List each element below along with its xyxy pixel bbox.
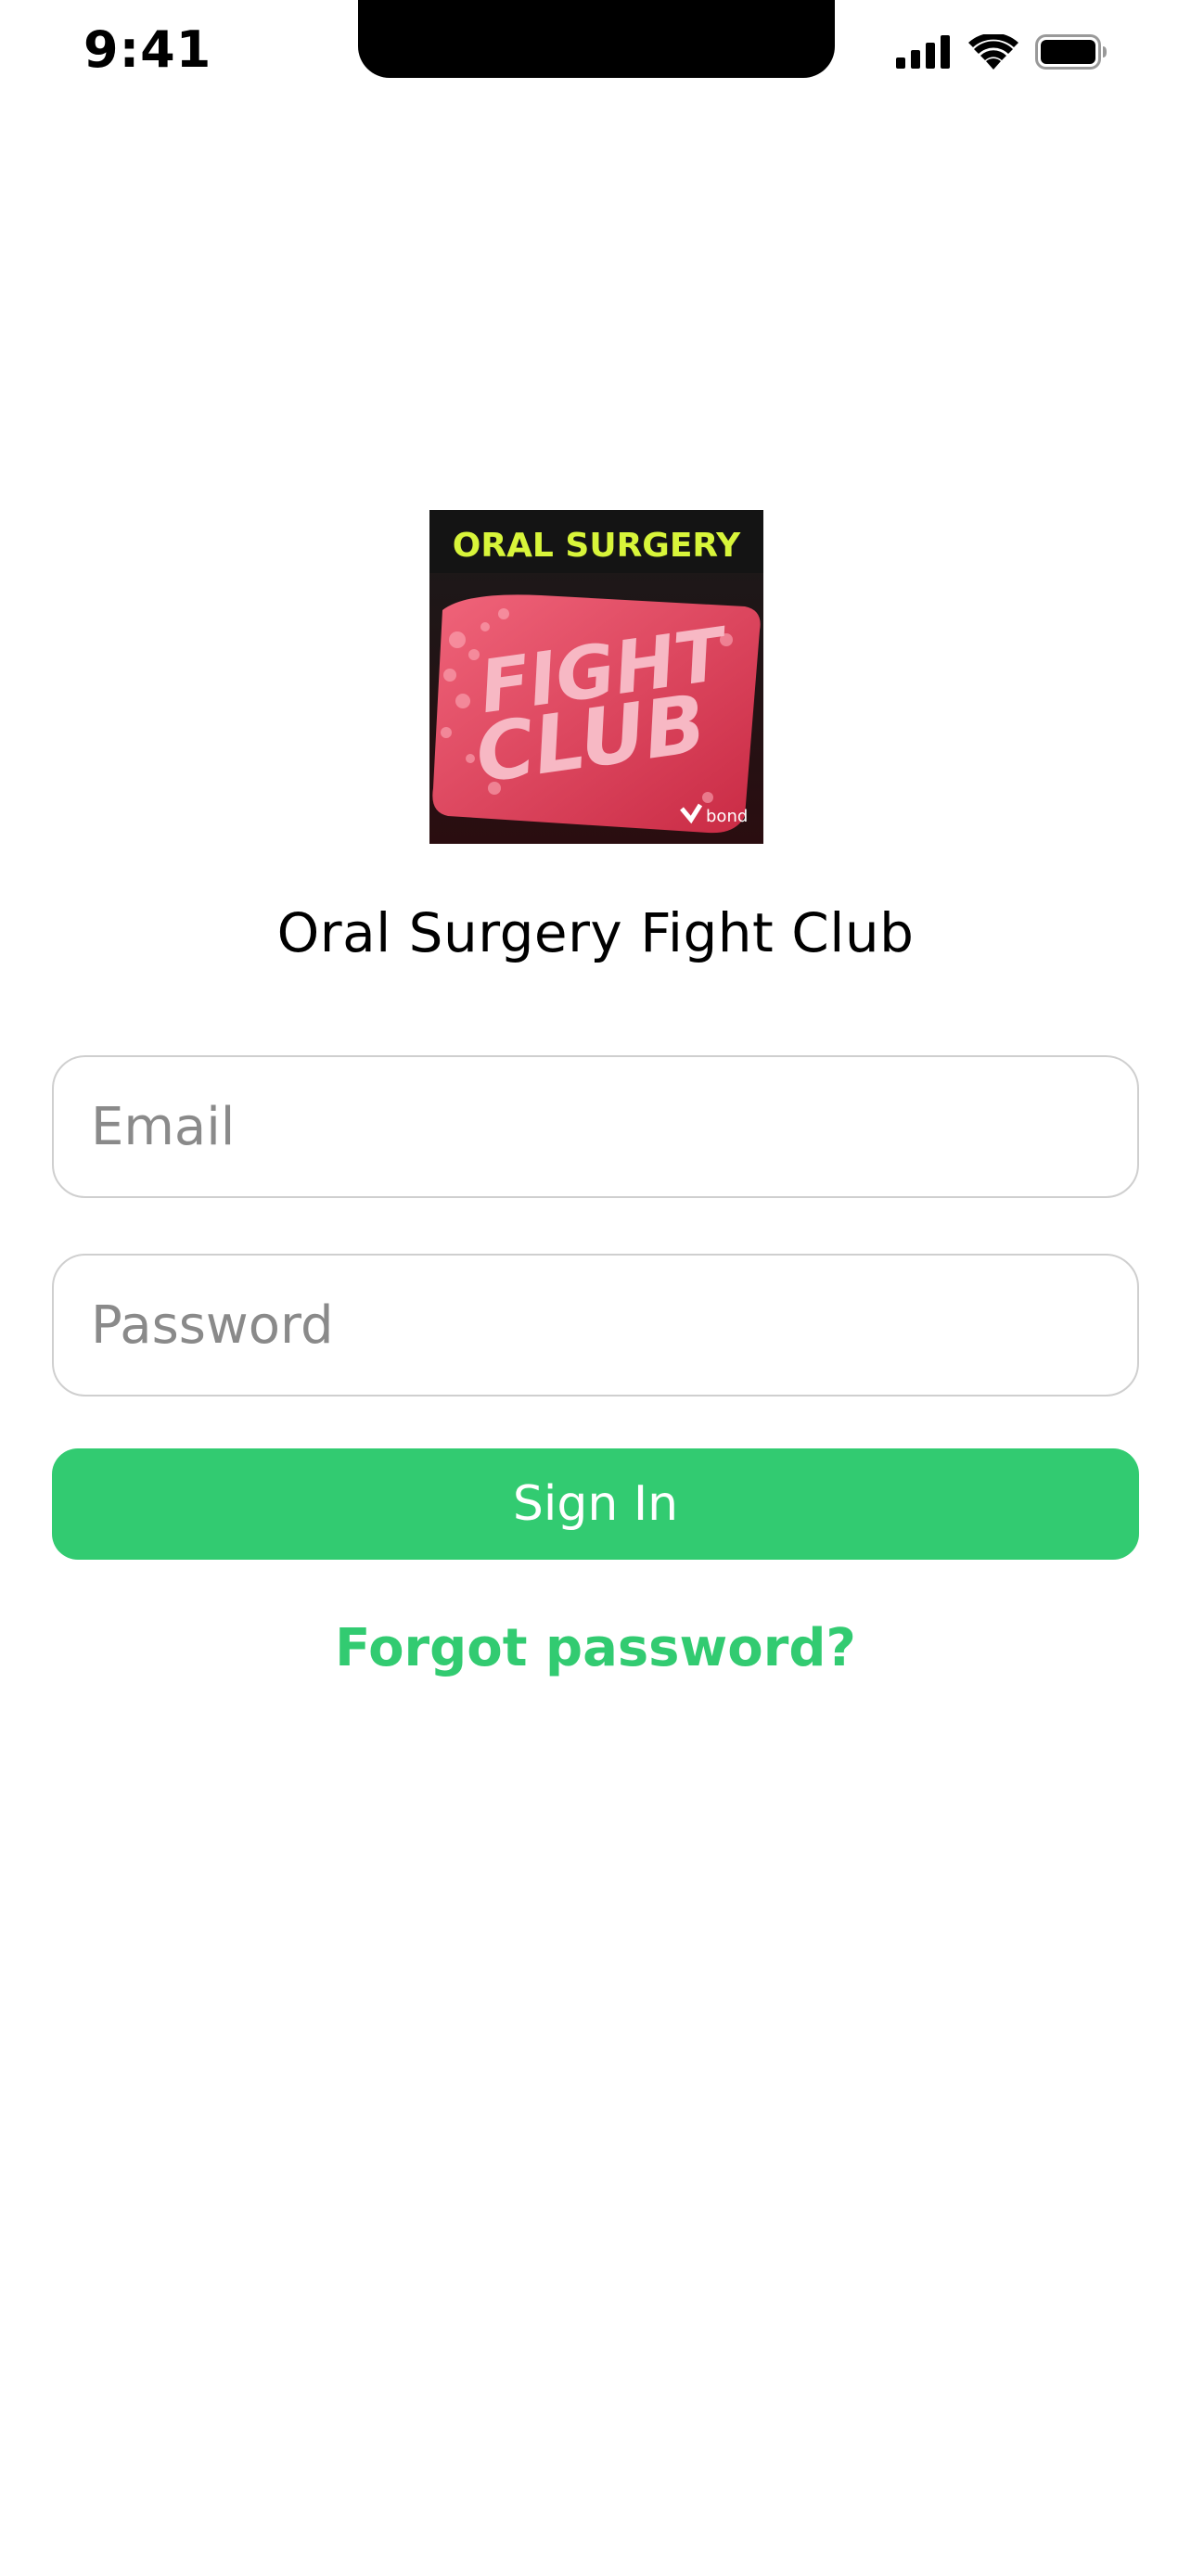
- email-field-container: [52, 1055, 1139, 1198]
- logo-banner-text: ORAL SURGERY: [453, 527, 741, 565]
- logo-watermark-text: bond: [706, 807, 748, 826]
- device-notch: [358, 0, 835, 78]
- sign-in-button[interactable]: Sign In: [52, 1448, 1139, 1560]
- wifi-icon: [968, 32, 1018, 74]
- status-time: 9:41: [83, 20, 212, 79]
- email-field[interactable]: [54, 1057, 1137, 1196]
- password-field-container: [52, 1254, 1139, 1396]
- club-logo: ORAL SURGERY FIGHT CLUB bond: [429, 510, 763, 844]
- password-field[interactable]: [54, 1256, 1137, 1395]
- cellular-signal-icon: [896, 34, 952, 73]
- page-title: Oral Surgery Fight Club: [276, 901, 915, 964]
- forgot-password-link[interactable]: Forgot password?: [0, 1618, 1191, 1678]
- status-icons: [896, 32, 1108, 74]
- battery-icon: [1035, 33, 1108, 74]
